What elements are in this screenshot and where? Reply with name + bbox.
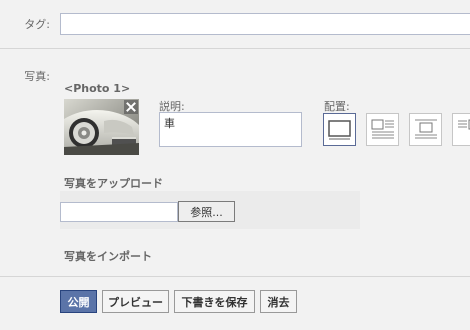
layout-option-photo-only[interactable] (323, 113, 356, 146)
delete-button[interactable]: 消去 (260, 290, 297, 313)
layout-option-photo-right[interactable] (452, 113, 470, 146)
layout-option-photo-center[interactable] (409, 113, 442, 146)
upload-file-input[interactable] (60, 202, 178, 222)
tag-label: タグ: (24, 18, 50, 31)
browse-button[interactable]: 参照... (178, 201, 235, 222)
photo-label: 写真: (24, 70, 50, 83)
import-title[interactable]: 写真をインポート (64, 248, 152, 264)
layout-option-photo-left[interactable] (366, 113, 399, 146)
photo-title: <Photo 1> (64, 82, 131, 95)
layout-photo-only-icon (328, 120, 351, 140)
tag-input[interactable] (60, 13, 470, 35)
layout-photo-right-icon (458, 119, 470, 130)
layout-photo-left-icon (371, 119, 394, 139)
layout-photo-center-icon (415, 119, 437, 139)
close-icon (126, 102, 136, 112)
publish-button[interactable]: 公開 (60, 290, 97, 313)
description-textarea[interactable]: 車 (159, 112, 302, 147)
save-draft-button[interactable]: 下書きを保存 (174, 290, 255, 313)
divider-top (0, 48, 470, 49)
remove-photo-button[interactable] (124, 100, 138, 114)
preview-button[interactable]: プレビュー (102, 290, 169, 313)
upload-title: 写真をアップロード (64, 177, 163, 190)
layout-label: 配置: (324, 100, 350, 113)
divider-bottom (0, 276, 470, 277)
